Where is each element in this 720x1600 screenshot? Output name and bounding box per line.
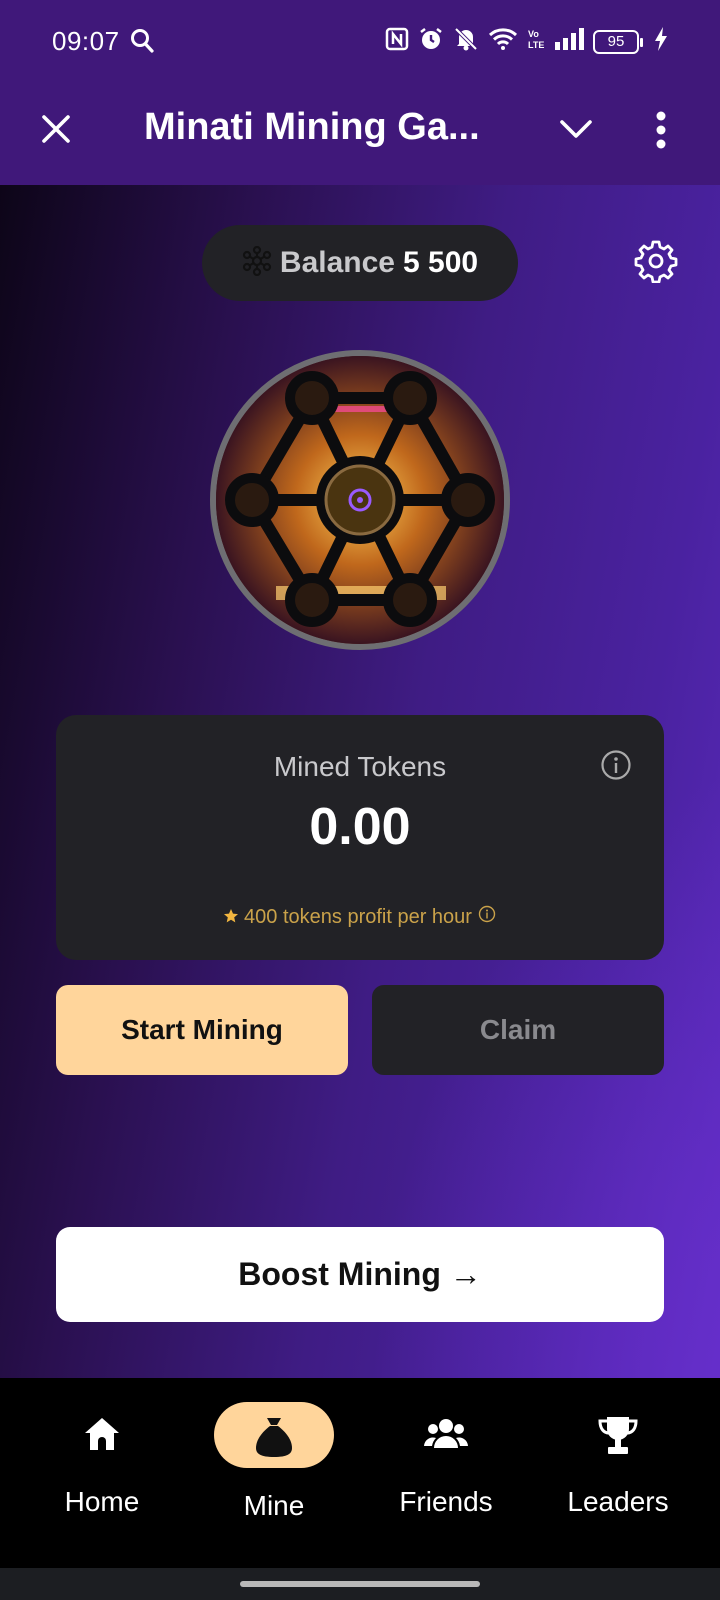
status-icons: Vo LTE 95 [385, 26, 668, 57]
nav-item-leaders[interactable]: Leaders [538, 1378, 698, 1568]
nav-item-friends[interactable]: Friends [366, 1378, 526, 1568]
nav-item-home[interactable]: Home [22, 1378, 182, 1568]
claim-button[interactable]: Claim [372, 985, 664, 1075]
profit-info-icon[interactable] [478, 905, 496, 929]
nav-label-leaders: Leaders [567, 1486, 669, 1517]
signal-icon [554, 28, 584, 55]
boost-mining-button[interactable]: Boost Mining → [56, 1227, 664, 1322]
nav-label-mine: Mine [243, 1490, 305, 1521]
profit-text: 400 tokens profit per hour [244, 905, 472, 928]
start-mining-button[interactable]: Start Mining [56, 985, 348, 1075]
network-emblem-icon [216, 356, 504, 644]
bottom-navigation: Home Mine Friends Leaders [0, 1378, 720, 1568]
token-icon [242, 245, 272, 281]
main-content: Balance 5 500 Mined Tokens 0.00 400 toke… [0, 185, 720, 1378]
alarm-icon [418, 26, 444, 57]
mined-value: 0.00 [309, 798, 411, 856]
money-bag-icon [254, 1414, 294, 1463]
page-title: Minati Mining Ga... [144, 106, 480, 148]
settings-button[interactable] [634, 239, 678, 284]
close-icon [42, 115, 70, 143]
mute-icon [453, 26, 479, 57]
info-icon [601, 750, 631, 780]
friends-icon [424, 1414, 468, 1459]
star-icon [224, 906, 239, 929]
volte-icon: Vo LTE [527, 27, 545, 56]
balance-value: 5 500 [403, 246, 479, 279]
nav-label-friends: Friends [399, 1486, 493, 1517]
profit-rate: 400 tokens profit per hour [56, 905, 664, 929]
balance-label: Balance [279, 246, 395, 279]
nfc-icon [385, 27, 409, 56]
status-bar: 09:07 Vo LTE 95 [0, 0, 720, 84]
status-time: 09:07 [52, 26, 120, 56]
nav-item-mine[interactable]: Mine [194, 1378, 354, 1568]
nav-label-home: Home [64, 1486, 140, 1517]
gesture-area [0, 1568, 720, 1600]
svg-text:Vo: Vo [528, 29, 539, 39]
home-icon [82, 1414, 122, 1459]
wifi-icon [488, 27, 518, 56]
mined-label: Mined Tokens [273, 751, 447, 782]
charging-icon [654, 27, 668, 56]
app-header: Minati Mining Ga... [0, 84, 720, 184]
collapse-button[interactable] [556, 112, 596, 146]
close-button[interactable] [38, 111, 74, 147]
svg-text:LTE: LTE [528, 40, 544, 50]
top-bar: 09:07 Vo LTE 95 Minati Mining Ga... [0, 0, 720, 185]
battery-level: 95 [607, 33, 625, 50]
gear-icon [634, 240, 678, 284]
mined-tokens-card: Mined Tokens 0.00 400 tokens profit per … [56, 715, 664, 960]
mined-info-button[interactable] [600, 749, 632, 781]
trophy-icon [596, 1414, 640, 1463]
home-gesture-bar[interactable] [240, 1581, 480, 1587]
search-icon [130, 28, 154, 59]
more-options-button[interactable] [654, 108, 668, 152]
balance-badge: Balance 5 500 [202, 225, 518, 301]
mining-coin-image[interactable] [210, 350, 510, 650]
chevron-down-icon [560, 120, 592, 138]
more-vertical-icon [656, 111, 666, 149]
battery-indicator: 95 [593, 29, 643, 54]
